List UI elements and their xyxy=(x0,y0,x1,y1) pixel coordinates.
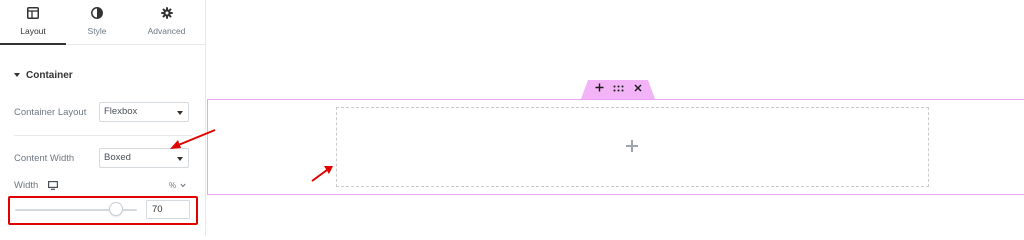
plus-icon[interactable] xyxy=(626,140,638,152)
desktop-icon[interactable] xyxy=(48,181,59,190)
section-container-toggle[interactable]: Container xyxy=(14,68,73,82)
container-handle[interactable] xyxy=(581,80,655,99)
plus-icon[interactable] xyxy=(593,83,605,95)
unit-selector[interactable]: % xyxy=(169,181,186,190)
content-width-label: Content Width xyxy=(14,153,75,164)
width-label: Width xyxy=(14,180,39,191)
container-layout-label: Container Layout xyxy=(14,107,87,118)
section-title: Container xyxy=(26,69,73,81)
gear-icon xyxy=(160,7,173,19)
width-label-row: Width xyxy=(14,180,59,191)
content-width-value: Boxed xyxy=(104,152,131,163)
tab-style-label: Style xyxy=(87,26,107,36)
content-width-select[interactable]: Boxed xyxy=(99,148,189,168)
editor-panel: Layout Style Advanced Container Containe… xyxy=(0,0,206,236)
panel-tabs: Layout Style Advanced xyxy=(0,0,205,45)
unit-label: % xyxy=(169,181,177,190)
drag-grid-icon[interactable] xyxy=(612,83,624,95)
container-layout-select[interactable]: Flexbox xyxy=(99,102,189,122)
drop-zone[interactable] xyxy=(336,107,929,187)
tab-style[interactable]: Style xyxy=(66,0,128,44)
chevron-down-icon xyxy=(180,183,186,188)
tab-layout-label: Layout xyxy=(20,26,46,36)
chevron-down-icon xyxy=(177,111,183,115)
divider xyxy=(14,135,192,136)
tab-layout[interactable]: Layout xyxy=(0,0,66,45)
highlight-box xyxy=(8,196,198,225)
columns-icon xyxy=(27,7,39,19)
container-layout-value: Flexbox xyxy=(104,106,138,117)
half-circle-icon xyxy=(91,7,103,19)
chevron-down-icon xyxy=(177,157,183,161)
tab-advanced[interactable]: Advanced xyxy=(128,0,205,44)
tab-advanced-label: Advanced xyxy=(147,26,186,36)
close-icon[interactable] xyxy=(632,83,644,95)
caret-down-icon xyxy=(14,73,20,77)
